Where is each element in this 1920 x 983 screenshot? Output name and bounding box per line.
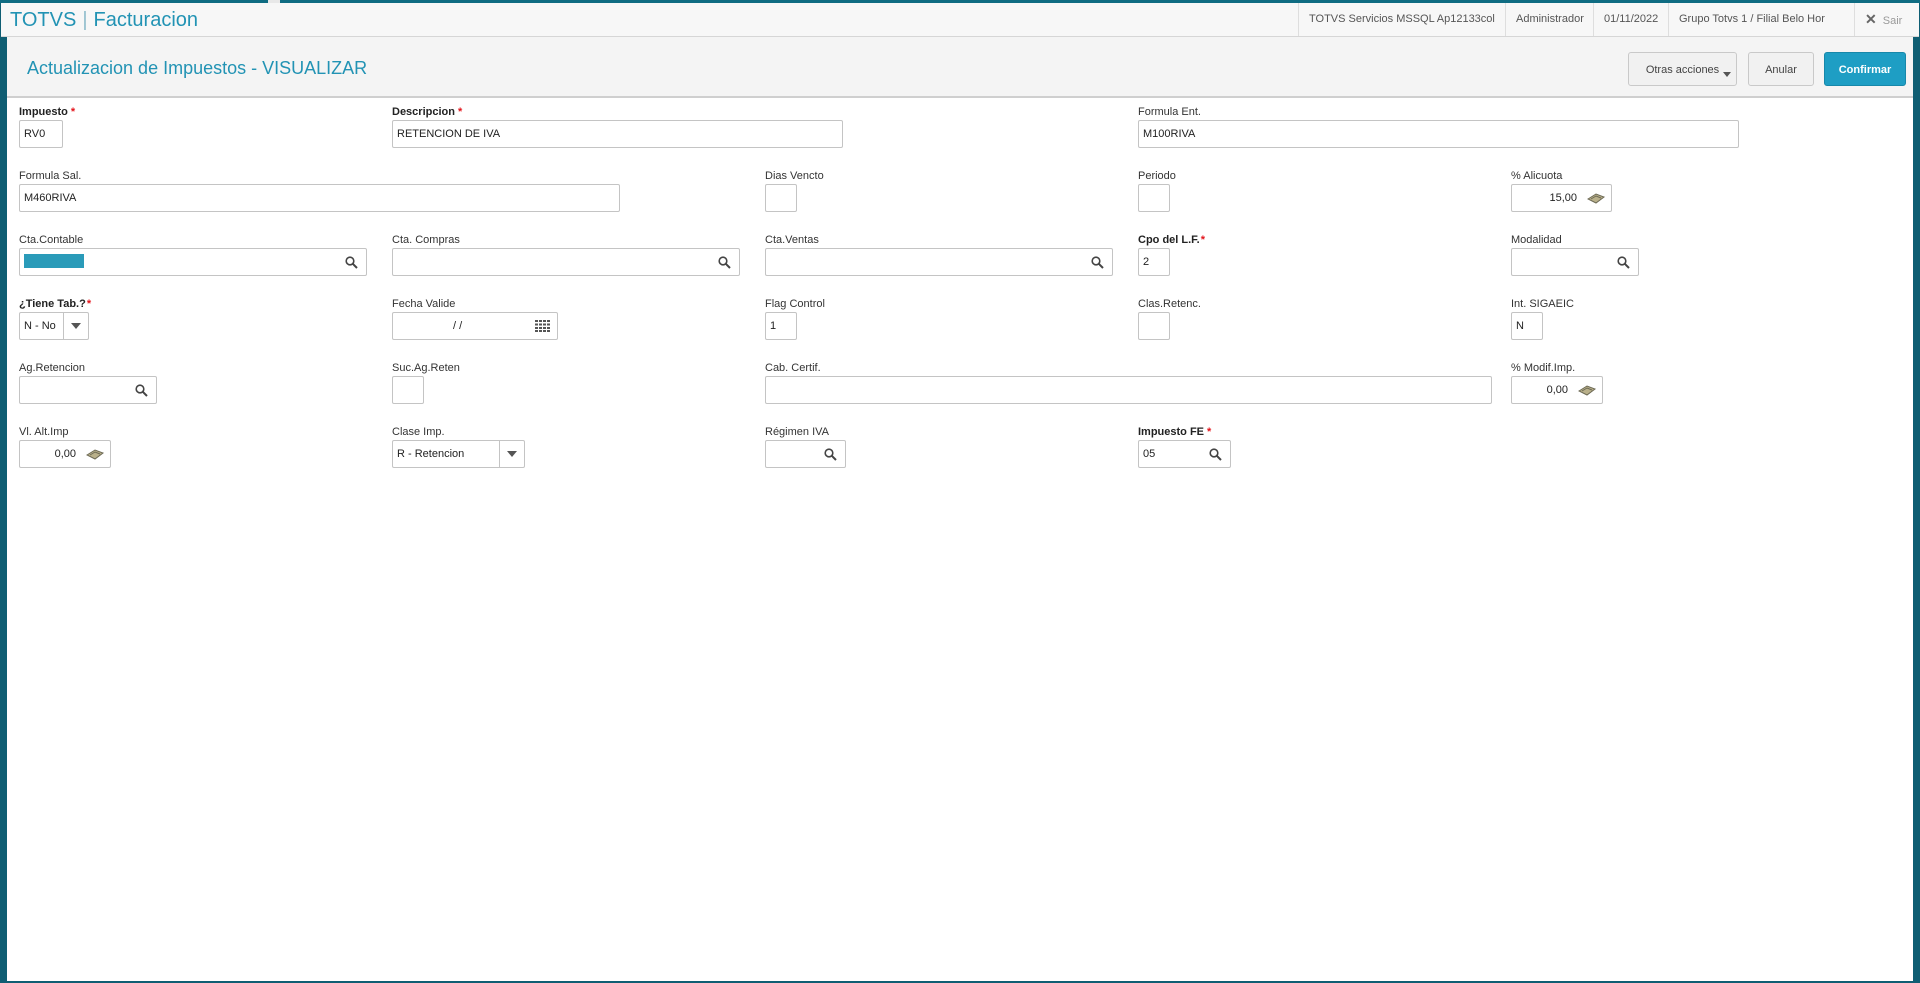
impuesto-fe-value: 05 — [1143, 448, 1156, 460]
periodo-label: Periodo — [1138, 170, 1176, 182]
alicuota-input[interactable]: 15,00 — [1511, 184, 1612, 212]
dias-vencto-label: Dias Vencto — [765, 170, 824, 182]
chevron-down-icon[interactable] — [63, 313, 88, 339]
clas-retenc-input[interactable] — [1138, 312, 1170, 340]
calculator-icon[interactable] — [1585, 185, 1607, 211]
flag-control-input[interactable]: 1 — [765, 312, 797, 340]
suc-ag-reten-input[interactable] — [392, 376, 424, 404]
clase-imp-select[interactable]: R - Retencion — [392, 440, 525, 468]
fecha-valide-input[interactable]: / / — [392, 312, 558, 340]
search-icon[interactable] — [1612, 249, 1634, 275]
search-icon[interactable] — [819, 441, 841, 467]
vl-alt-imp-label: Vl. Alt.Imp — [19, 426, 69, 438]
cta-compras-label: Cta. Compras — [392, 234, 460, 246]
clase-imp-value: R - Retencion — [397, 448, 465, 460]
cpo-lf-label: Cpo del L.F.* — [1138, 234, 1206, 246]
tiene-tab-label: ¿Tiene Tab.?* — [19, 298, 92, 310]
formula-sal-input[interactable]: M460RIVA — [19, 184, 620, 212]
cta-ventas-label: Cta.Ventas — [765, 234, 819, 246]
formula-sal-label: Formula Sal. — [19, 170, 82, 182]
dias-vencto-input[interactable] — [765, 184, 797, 212]
int-sigaeic-label: Int. SIGAEIC — [1511, 298, 1574, 310]
alicuota-label: % Alicuota — [1511, 170, 1563, 182]
calculator-icon[interactable] — [1576, 377, 1598, 403]
descripcion-input[interactable]: RETENCION DE IVA — [392, 120, 843, 148]
flag-control-label: Flag Control — [765, 298, 825, 310]
regimen-iva-input[interactable] — [765, 440, 846, 468]
regimen-iva-label: Régimen IVA — [765, 426, 829, 438]
search-icon[interactable] — [130, 377, 152, 403]
modif-imp-input[interactable]: 0,00 — [1511, 376, 1603, 404]
int-sigaeic-input[interactable]: N — [1511, 312, 1543, 340]
ag-retencion-input[interactable] — [19, 376, 157, 404]
exit-button[interactable]: ✕ Sair — [1854, 3, 1920, 36]
modalidad-input[interactable] — [1511, 248, 1639, 276]
cab-certif-input[interactable] — [765, 376, 1492, 404]
tiene-tab-value: N - No — [24, 320, 56, 332]
alicuota-value: 15,00 — [1549, 192, 1577, 204]
search-icon[interactable] — [713, 249, 735, 275]
selection-highlight — [24, 254, 84, 269]
impuesto-fe-label: Impuesto FE * — [1138, 426, 1212, 438]
app-header: TOTVS | Facturacion TOTVS Servicios MSSQL … — [1, 3, 1919, 37]
branch-info: Grupo Totvs 1 / Filial Belo Hor — [1668, 3, 1835, 36]
impuesto-label: Impuesto * — [19, 106, 76, 118]
fecha-valide-value: / / — [453, 320, 463, 332]
vl-alt-imp-value: 0,00 — [54, 448, 76, 460]
user-info: Administrador — [1505, 3, 1594, 36]
formula-ent-input[interactable]: M100RIVA — [1138, 120, 1739, 148]
cpo-lf-input[interactable]: 2 — [1138, 248, 1170, 276]
periodo-input[interactable] — [1138, 184, 1170, 212]
date-info: 01/11/2022 — [1593, 3, 1668, 36]
exit-label: Sair — [1882, 15, 1903, 27]
modalidad-label: Modalidad — [1511, 234, 1562, 246]
page-toolbar: Actualizacion de Impuestos - VISUALIZAR … — [7, 37, 1913, 98]
descripcion-label: Descripcion * — [392, 106, 463, 118]
cta-ventas-input[interactable] — [765, 248, 1113, 276]
modif-imp-label: % Modif.Imp. — [1511, 362, 1576, 374]
chevron-down-icon[interactable] — [499, 441, 524, 467]
modif-imp-value: 0,00 — [1546, 384, 1568, 396]
brand-name: TOTVS — [10, 9, 77, 31]
calculator-icon[interactable] — [84, 441, 106, 467]
main-panel: Actualizacion de Impuestos - VISUALIZAR … — [7, 37, 1913, 981]
chevron-down-icon — [1723, 72, 1731, 77]
cancel-button[interactable]: Anular — [1748, 52, 1814, 86]
other-actions-button[interactable]: Otras acciones — [1628, 52, 1737, 86]
cta-compras-input[interactable] — [392, 248, 740, 276]
close-icon: ✕ — [1865, 11, 1877, 27]
cta-contable-label: Cta.Contable — [19, 234, 84, 246]
fecha-valide-label: Fecha Valide — [392, 298, 456, 310]
confirm-button[interactable]: Confirmar — [1824, 52, 1906, 86]
clas-retenc-label: Clas.Retenc. — [1138, 298, 1201, 310]
formula-ent-label: Formula Ent. — [1138, 106, 1201, 118]
search-icon[interactable] — [1204, 441, 1226, 467]
search-icon[interactable] — [340, 249, 362, 275]
impuesto-fe-input[interactable]: 05 — [1138, 440, 1231, 468]
ag-retencion-label: Ag.Retencion — [19, 362, 86, 374]
cta-contable-input[interactable] — [19, 248, 367, 276]
app-title: TOTVS | Facturacion — [10, 9, 199, 31]
module-name: Facturacion — [93, 9, 199, 31]
calendar-icon[interactable] — [531, 313, 553, 339]
server-info: TOTVS Servicios MSSQL Ap12133col — [1298, 3, 1505, 36]
search-icon[interactable] — [1086, 249, 1108, 275]
clase-imp-label: Clase Imp. — [392, 426, 445, 438]
page-title: Actualizacion de Impuestos - VISUALIZAR — [27, 58, 368, 78]
other-actions-label: Otras acciones — [1645, 64, 1720, 76]
vl-alt-imp-input[interactable]: 0,00 — [19, 440, 111, 468]
impuesto-input[interactable]: RV0 — [19, 120, 63, 148]
suc-ag-reten-label: Suc.Ag.Reten — [392, 362, 460, 374]
cab-certif-label: Cab. Certif. — [765, 362, 821, 374]
tiene-tab-select[interactable]: N - No — [19, 312, 89, 340]
